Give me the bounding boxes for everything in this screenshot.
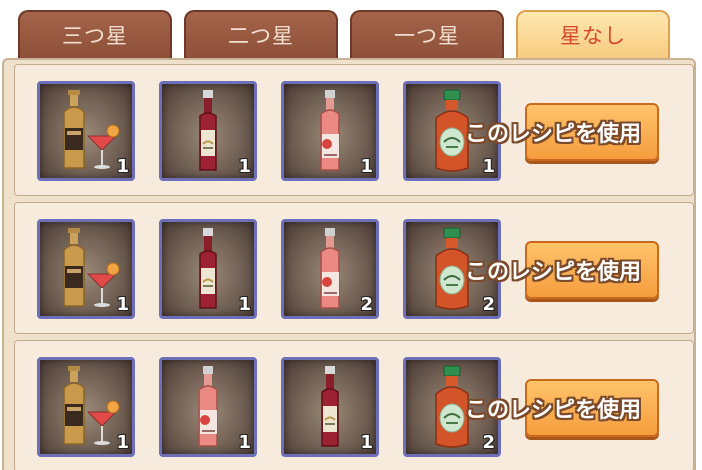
ingredient-slot[interactable]: 1 bbox=[281, 357, 379, 457]
tab-two-star[interactable]: 二つ星 bbox=[184, 10, 338, 62]
recipe-list-panel: 1 1 1 1 このレシピを使用 1 1 2 2 このレシピを使用 1 1 1 … bbox=[2, 58, 696, 470]
tab-one-star[interactable]: 一つ星 bbox=[350, 10, 504, 62]
use-recipe-label: このレシピを使用 bbox=[464, 398, 641, 423]
ingredient-slot[interactable]: 1 bbox=[159, 357, 257, 457]
ingredient-count: 2 bbox=[360, 294, 373, 315]
ingredient-slot[interactable]: 1 bbox=[37, 81, 135, 181]
ingredient-slot[interactable]: 1 bbox=[37, 219, 135, 319]
use-recipe-button[interactable]: このレシピを使用 bbox=[465, 241, 659, 299]
ingredient-slot[interactable]: 1 bbox=[281, 81, 379, 181]
recipe-screen: 三つ星 二つ星 一つ星 星なし 1 1 1 1 このレシピを使用 1 1 2 2… bbox=[0, 0, 702, 470]
use-recipe-label: このレシピを使用 bbox=[464, 122, 641, 147]
recipe-row: 1 1 1 1 このレシピを使用 bbox=[14, 64, 694, 196]
ingredient-slot[interactable]: 2 bbox=[281, 219, 379, 319]
ingredient-count: 2 bbox=[482, 294, 495, 315]
recipe-row: 1 1 2 2 このレシピを使用 bbox=[14, 202, 694, 334]
ingredient-count: 1 bbox=[482, 156, 495, 177]
ingredient-slot[interactable]: 1 bbox=[159, 81, 257, 181]
tab-three-star[interactable]: 三つ星 bbox=[18, 10, 172, 62]
use-recipe-button[interactable]: このレシピを使用 bbox=[465, 379, 659, 437]
ingredient-count: 1 bbox=[238, 156, 251, 177]
ingredient-count: 1 bbox=[238, 432, 251, 453]
ingredient-count: 1 bbox=[116, 156, 129, 177]
recipe-row: 1 1 1 2 このレシピを使用 bbox=[14, 340, 694, 470]
ingredient-count: 1 bbox=[116, 294, 129, 315]
ingredient-count: 1 bbox=[238, 294, 251, 315]
ingredient-slot[interactable]: 1 bbox=[159, 219, 257, 319]
use-recipe-label: このレシピを使用 bbox=[464, 260, 641, 285]
ingredient-count: 1 bbox=[360, 432, 373, 453]
ingredient-slot[interactable]: 1 bbox=[37, 357, 135, 457]
ingredient-count: 1 bbox=[116, 432, 129, 453]
tab-no-star[interactable]: 星なし bbox=[516, 10, 670, 62]
use-recipe-button[interactable]: このレシピを使用 bbox=[465, 103, 659, 161]
ingredient-count: 2 bbox=[482, 432, 495, 453]
ingredient-count: 1 bbox=[360, 156, 373, 177]
